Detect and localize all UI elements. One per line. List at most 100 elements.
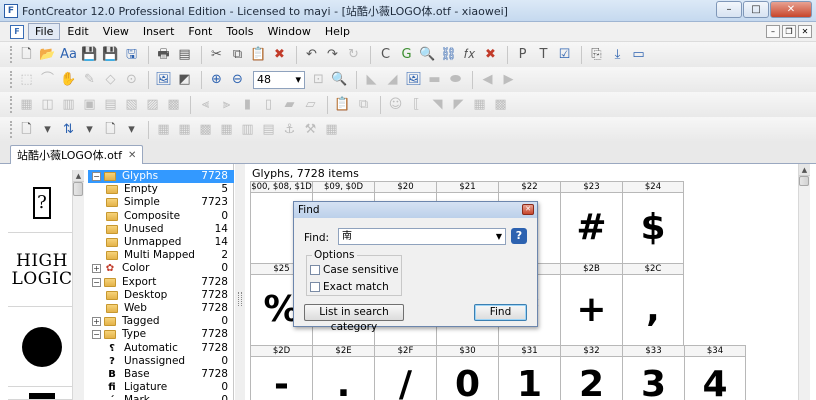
preview-icon[interactable]: ▤: [175, 45, 194, 64]
select-icon[interactable]: ⬚: [17, 70, 36, 89]
exact-match-checkbox[interactable]: Exact match: [310, 281, 398, 293]
open-font-icon[interactable]: Aa: [59, 45, 78, 64]
point-icon[interactable]: ⊙: [122, 70, 141, 89]
print-icon[interactable]: 🖶: [154, 45, 173, 64]
glyph-cell[interactable]: 2: [560, 357, 622, 400]
find-icon[interactable]: 🔍: [418, 45, 437, 64]
case-sensitive-checkbox[interactable]: Case sensitive: [310, 264, 398, 276]
tree-item-glyphs[interactable]: − Glyphs 7728: [88, 170, 234, 183]
preview-scrollbar[interactable]: ▲: [72, 170, 84, 400]
zoom-in-icon[interactable]: ⊕: [207, 70, 226, 89]
save-icon[interactable]: 💾: [80, 45, 99, 64]
anchor-icon[interactable]: ⚓: [280, 120, 299, 139]
menu-help[interactable]: Help: [318, 23, 357, 40]
align-bottom-icon[interactable]: ▱: [301, 95, 320, 114]
menu-edit[interactable]: Edit: [60, 23, 95, 40]
align-left-icon[interactable]: ⫷: [196, 95, 215, 114]
new-glyph-icon[interactable]: 🗋: [17, 120, 36, 139]
subtract-icon[interactable]: ▤: [101, 95, 120, 114]
intersect-icon[interactable]: ▧: [122, 95, 141, 114]
glyph-cell[interactable]: .: [312, 357, 374, 400]
knife-icon[interactable]: ◣: [362, 70, 381, 89]
transform-icon[interactable]: ▦: [17, 95, 36, 114]
tree-item-tagged[interactable]: + Tagged 0: [88, 315, 234, 328]
scroll-up-icon[interactable]: ▲: [73, 170, 84, 182]
tree-item-mark[interactable]: ´ Mark0: [88, 394, 234, 400]
paste-special-icon[interactable]: ⧉: [354, 95, 373, 114]
contour-icon[interactable]: ◇: [101, 70, 120, 89]
menu-insert[interactable]: Insert: [136, 23, 182, 40]
previous-icon[interactable]: ◀: [478, 70, 497, 89]
preview-font-icon[interactable]: ▭: [629, 45, 648, 64]
insert-character-icon[interactable]: C: [376, 45, 395, 64]
menu-tools[interactable]: Tools: [219, 23, 260, 40]
tree-item-web[interactable]: Web 7728: [88, 302, 234, 315]
hinting-icon[interactable]: ◩: [175, 70, 194, 89]
sort-icon[interactable]: ⇅: [59, 120, 78, 139]
bracket-icon[interactable]: ⟦: [407, 95, 426, 114]
preview-glyph-dot[interactable]: [8, 307, 76, 387]
minimize-button[interactable]: –: [716, 1, 742, 18]
table-alt-icon[interactable]: ▦: [175, 120, 194, 139]
mdi-close-button[interactable]: ✕: [798, 25, 812, 38]
collapse-icon[interactable]: −: [92, 277, 101, 287]
scroll-thumb[interactable]: [73, 182, 83, 196]
exclude-icon[interactable]: ▨: [143, 95, 162, 114]
find-dialog-titlebar[interactable]: Find ✕: [294, 202, 537, 218]
columns-icon[interactable]: ▥: [238, 120, 257, 139]
collapse-icon[interactable]: −: [92, 330, 101, 340]
chevron-down-icon[interactable]: ▼: [496, 229, 502, 244]
grid-icon[interactable]: ▦: [470, 95, 489, 114]
tree-item-desktop[interactable]: Desktop 7728: [88, 289, 234, 302]
maximize-button[interactable]: □: [743, 1, 769, 18]
tree-item-composite[interactable]: Composite 0: [88, 210, 234, 223]
chevron-down-icon[interactable]: ▾: [38, 120, 57, 139]
delete-icon[interactable]: ✖: [270, 45, 289, 64]
toolbar-grip[interactable]: [10, 96, 13, 113]
preview-glyph-question[interactable]: ?: [8, 173, 76, 233]
paste-icon[interactable]: 📋: [249, 45, 268, 64]
list-in-search-category-button[interactable]: List in search category: [304, 304, 404, 333]
align-right-icon[interactable]: ▮: [238, 95, 257, 114]
redo-icon[interactable]: ↷: [323, 45, 342, 64]
zoom-select-icon[interactable]: 🔍: [330, 70, 349, 89]
glyph-area-scrollbar[interactable]: ▲: [798, 164, 810, 400]
save-all-icon[interactable]: 🖫: [122, 45, 141, 64]
copy-icon[interactable]: ⧉: [228, 45, 247, 64]
glyph-cell[interactable]: 1: [498, 357, 560, 400]
pencil-icon[interactable]: ✎: [80, 70, 99, 89]
glyph-cell[interactable]: ,: [622, 275, 684, 345]
lasso-icon[interactable]: ⌒: [38, 70, 57, 89]
expand-icon[interactable]: +: [92, 264, 101, 274]
refresh-icon[interactable]: ↻: [344, 45, 363, 64]
cell-view-icon[interactable]: ▦: [217, 120, 236, 139]
tree-item-unassigned[interactable]: ? Unassigned 0: [88, 355, 234, 368]
find-dialog-close-button[interactable]: ✕: [522, 204, 534, 215]
validate-icon[interactable]: ☑: [555, 45, 574, 64]
collapse-icon[interactable]: −: [92, 172, 101, 181]
close-tab-icon[interactable]: ✕: [128, 150, 136, 161]
find-input[interactable]: 南 ▼: [338, 228, 506, 245]
ellipse-icon[interactable]: ⬬: [446, 70, 465, 89]
glyph-cell[interactable]: 3: [622, 357, 684, 400]
preview-glyph-bar[interactable]: [8, 392, 76, 400]
align-top-icon[interactable]: ▯: [259, 95, 278, 114]
chevron-down-icon[interactable]: ▾: [80, 120, 99, 139]
menu-file[interactable]: File: [28, 23, 61, 40]
glyph-cell[interactable]: +: [560, 275, 622, 345]
menu-font[interactable]: Font: [181, 23, 219, 40]
align-middle-icon[interactable]: ▰: [280, 95, 299, 114]
tree-item-multi-mapped[interactable]: Multi Mapped 2: [88, 249, 234, 262]
tree-item-automatic[interactable]: ⸮ Automatic 7728: [88, 342, 234, 355]
panel-splitter[interactable]: [235, 164, 245, 400]
install-icon[interactable]: ⤓: [608, 45, 627, 64]
divide-icon[interactable]: ▩: [164, 95, 183, 114]
clipboard-icon[interactable]: 📋: [333, 95, 352, 114]
grid-view-icon[interactable]: ▩: [196, 120, 215, 139]
help-icon[interactable]: ?: [511, 228, 527, 244]
tree-item-unused[interactable]: Unused 14: [88, 223, 234, 236]
chevron-down-icon[interactable]: ▾: [122, 120, 141, 139]
grid-alt-icon[interactable]: ▩: [491, 95, 510, 114]
document-tab[interactable]: 站酷小薇LOGO体.otf ✕: [10, 145, 144, 164]
link-icon[interactable]: ⛓: [439, 45, 458, 64]
